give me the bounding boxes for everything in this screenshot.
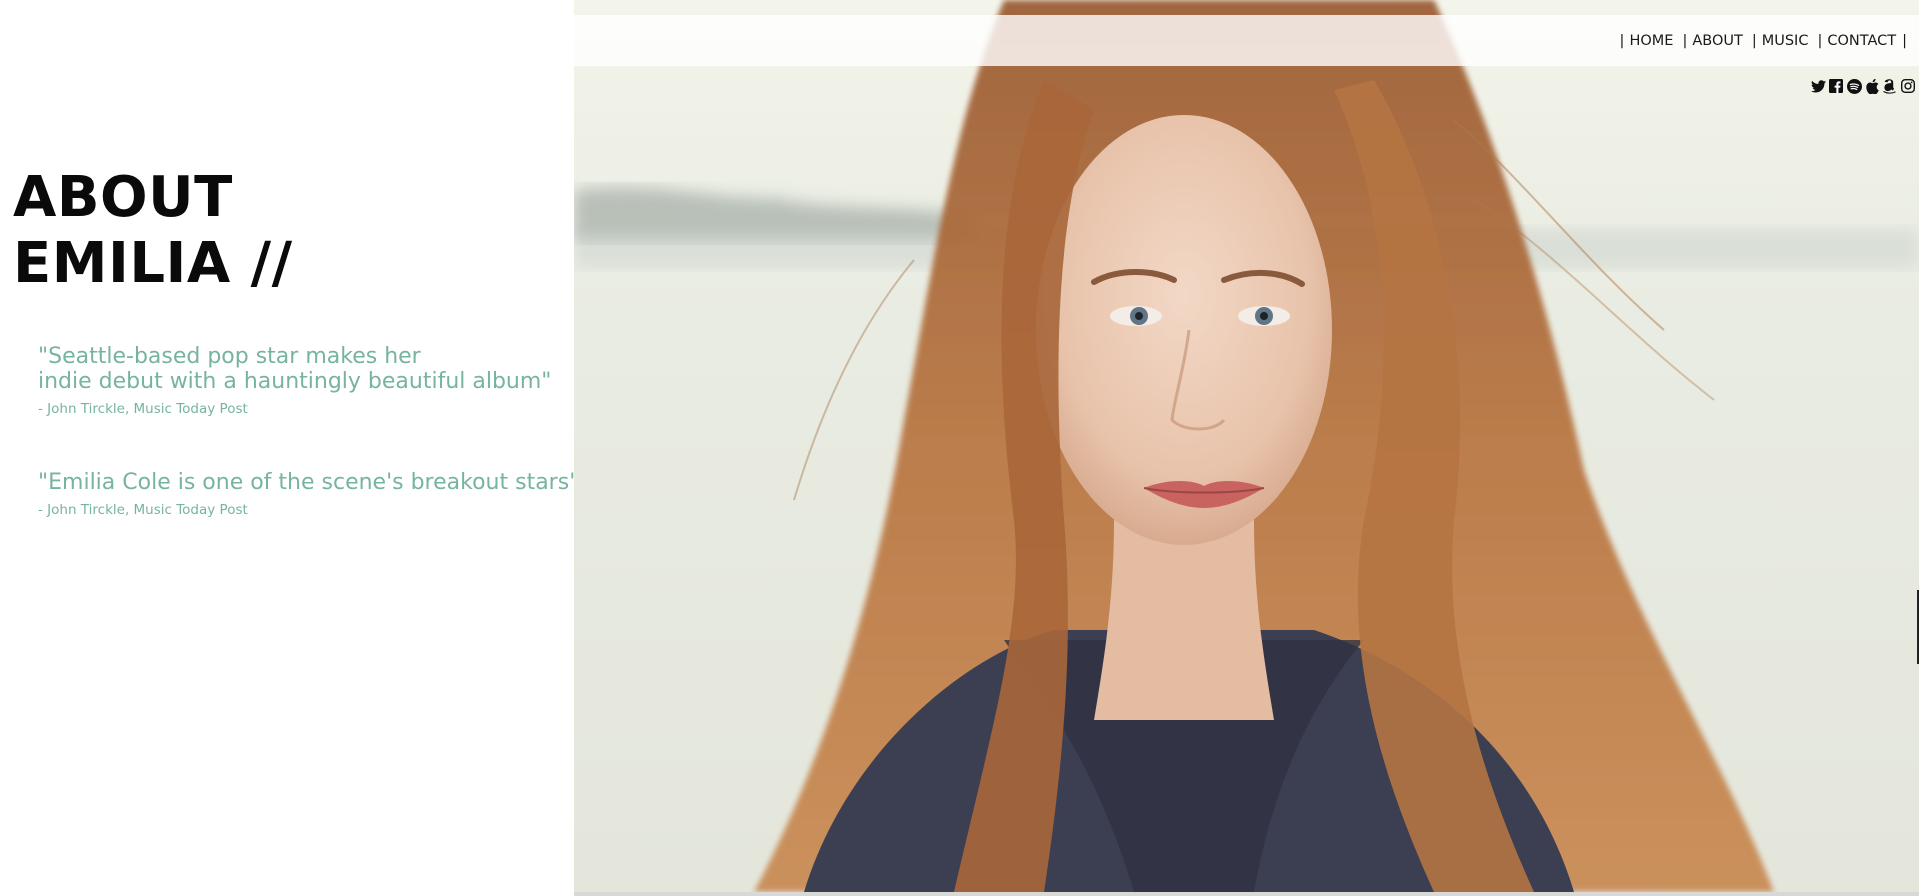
- nav-music-link[interactable]: MUSIC: [1762, 33, 1809, 49]
- nav-separator: |: [1619, 32, 1625, 49]
- nav-home-link[interactable]: HOME: [1629, 33, 1673, 49]
- quote-source: - John Tirckle, Music Today Post: [38, 401, 248, 417]
- nav-menu: | HOME | ABOUT | MUSIC | CONTACT |: [1611, 15, 1907, 66]
- page-title: ABOUT EMILIA //: [13, 165, 293, 297]
- facebook-icon[interactable]: [1828, 78, 1844, 94]
- amazon-icon[interactable]: [1882, 78, 1898, 94]
- nav-contact-link[interactable]: CONTACT: [1827, 33, 1896, 49]
- hero-bottom-border: [574, 892, 1919, 896]
- quote-line: indie debut with a hauntingly beautiful …: [38, 369, 552, 394]
- social-links: [1810, 78, 1916, 94]
- about-panel: ABOUT EMILIA // "Seattle-based pop star …: [0, 0, 580, 896]
- top-nav: | HOME | ABOUT | MUSIC | CONTACT |: [574, 15, 1919, 66]
- press-quote: "Seattle-based pop star makes her indie …: [38, 344, 568, 418]
- twitter-icon[interactable]: [1810, 78, 1826, 94]
- nav-separator: |: [1682, 32, 1688, 49]
- portrait-illustration: [574, 0, 1919, 892]
- page: ABOUT EMILIA // "Seattle-based pop star …: [0, 0, 1919, 896]
- hero-photo: [574, 0, 1919, 892]
- instagram-icon[interactable]: [1900, 78, 1916, 94]
- title-line-1: ABOUT: [13, 165, 233, 230]
- nav-separator: |: [1751, 32, 1757, 49]
- apple-icon[interactable]: [1864, 78, 1880, 94]
- nav-separator: |: [1902, 32, 1907, 49]
- quote-text: "Seattle-based pop star makes her indie …: [38, 344, 568, 394]
- press-quote: "Emilia Cole is one of the scene's break…: [38, 470, 580, 519]
- quote-source: - John Tirckle, Music Today Post: [38, 502, 248, 518]
- quote-text: "Emilia Cole is one of the scene's break…: [38, 470, 580, 495]
- spotify-icon[interactable]: [1846, 78, 1862, 94]
- quote-line: "Seattle-based pop star makes her: [38, 344, 421, 369]
- quote-line: "Emilia Cole is one of the scene's break…: [38, 470, 580, 495]
- nav-separator: |: [1817, 32, 1823, 49]
- nav-about-link[interactable]: ABOUT: [1692, 33, 1743, 49]
- title-line-2: EMILIA //: [13, 231, 293, 296]
